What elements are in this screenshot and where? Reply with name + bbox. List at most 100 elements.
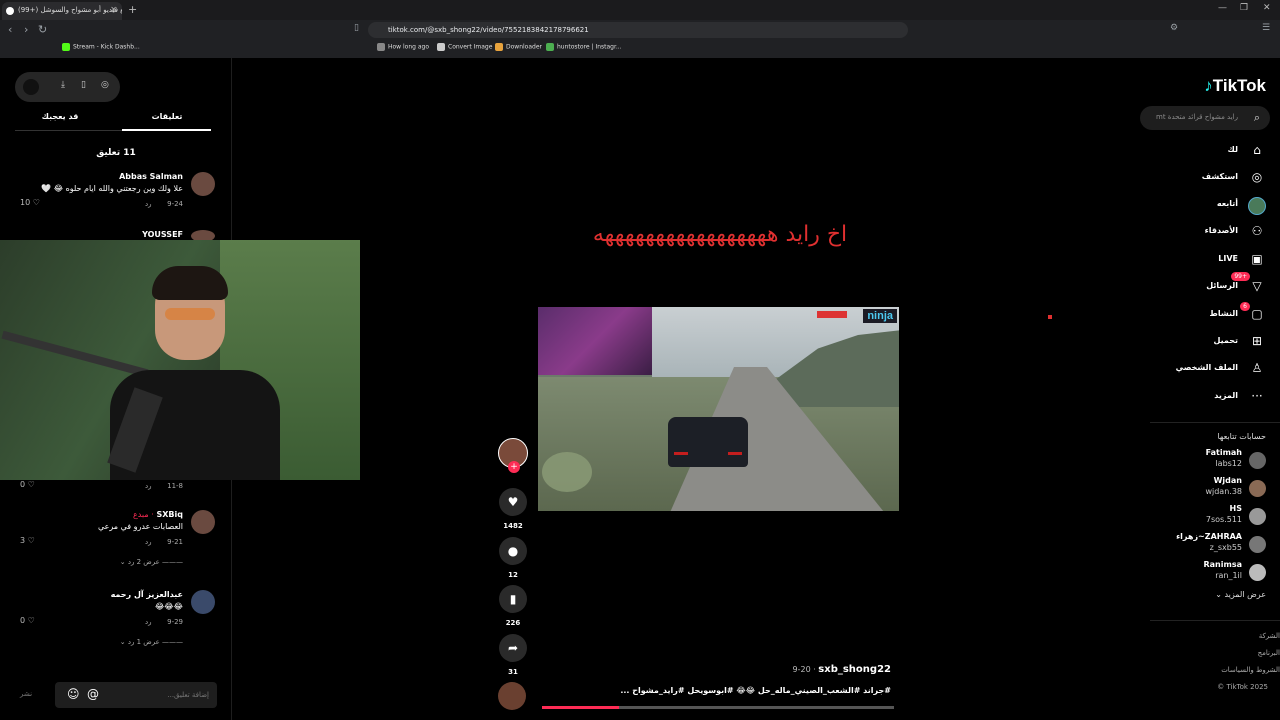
- tab-liked[interactable]: قد يعجبك: [15, 112, 105, 121]
- forward-icon[interactable]: ›: [24, 23, 28, 36]
- share-button[interactable]: ➦ 31: [498, 634, 528, 676]
- back-icon[interactable]: ‹: [8, 23, 12, 36]
- avatar[interactable]: [23, 79, 39, 95]
- avatar: [1249, 508, 1266, 525]
- nav-explore[interactable]: ◎ استكشف: [1146, 169, 1266, 189]
- like-comment-button[interactable]: 0 ♡: [20, 616, 35, 625]
- like-comment-button[interactable]: 10 ♡: [20, 198, 40, 207]
- mention-icon[interactable]: @: [87, 687, 99, 701]
- nav-upload[interactable]: ⊞ تحميل: [1146, 333, 1266, 353]
- bookmark-downloader[interactable]: Downloader: [495, 43, 542, 51]
- video-description[interactable]: #جراند #الشعب_الصيني_ماله_حل 😂😂 #ابوسويح…: [620, 686, 891, 695]
- bookmark-kick[interactable]: Stream - Kick Dashb...: [62, 43, 140, 51]
- phone-icon[interactable]: ▯: [81, 80, 86, 90]
- tab-title: (99+) مقاطع فيديو أبو مشواح والسوشل: [18, 6, 122, 14]
- close-tab-icon[interactable]: ✕: [110, 5, 117, 14]
- chevron-down-icon: ⌄: [119, 558, 126, 566]
- bookmark-icon[interactable]: ▯: [354, 23, 359, 33]
- comment-author[interactable]: YOUSSEF: [142, 230, 183, 239]
- view-replies-button[interactable]: ——— عرض 1 رد ⌄: [120, 638, 183, 646]
- footer-program[interactable]: البرنامج: [1258, 649, 1280, 657]
- save-button[interactable]: ▮ 226: [498, 585, 528, 627]
- nav-row: ‹ › ↻ ▯ tiktok.com/@sxb_shong22/video/75…: [0, 20, 1280, 40]
- avatar[interactable]: [191, 172, 215, 196]
- download-icon[interactable]: ⤓: [61, 80, 65, 90]
- maximize-icon[interactable]: ❐: [1240, 3, 1248, 13]
- live-icon: ▣: [1251, 252, 1263, 266]
- footer-company[interactable]: الشركة: [1259, 632, 1280, 640]
- comment-author[interactable]: عبدالعزيز آل رحمه: [111, 590, 183, 599]
- reply-button[interactable]: رد: [145, 538, 152, 546]
- video-progress-bar[interactable]: [542, 706, 894, 709]
- comment-text: العصابات عدرو في مرعي: [97, 522, 183, 531]
- footer-terms[interactable]: الشروط والسياسات: [1221, 666, 1280, 674]
- like-comment-button[interactable]: 0 ♡: [20, 480, 35, 489]
- follow-plus-icon[interactable]: +: [508, 461, 520, 473]
- comment-author[interactable]: SXBiq · مبدع: [133, 510, 183, 519]
- minimize-icon[interactable]: —: [1218, 3, 1227, 13]
- search-input[interactable]: رايد مشواح قرائد متحدة mt ⌕: [1140, 106, 1270, 130]
- upload-icon: ⊞: [1251, 334, 1263, 348]
- browser-tab[interactable]: (99+) مقاطع فيديو أبو مشواح والسوشل ✕: [2, 2, 122, 20]
- reply-button[interactable]: رد: [145, 618, 152, 626]
- activity-icon: ▢: [1251, 307, 1263, 321]
- author-avatar[interactable]: +: [498, 438, 528, 473]
- video-date: 9-20: [792, 665, 811, 674]
- like-comment-button[interactable]: 3 ♡: [20, 536, 35, 545]
- avatar[interactable]: [191, 510, 215, 534]
- divider: [1150, 422, 1280, 423]
- nav-profile[interactable]: ♙ الملف الشخصي: [1146, 360, 1266, 380]
- share-icon: ➦: [499, 634, 527, 662]
- comment-item: SXBiq · مبدع العصابات عدرو في مرعي 9-21 …: [15, 510, 215, 580]
- nav-for-you[interactable]: ⌂ لك: [1146, 142, 1266, 162]
- post-button[interactable]: نشر: [20, 690, 32, 698]
- search-icon[interactable]: ⌕: [1254, 111, 1260, 125]
- following-account[interactable]: HS 7sos.511: [1146, 504, 1266, 528]
- extensions-icon[interactable]: ⚙: [1170, 23, 1178, 33]
- ninja-logo: ninja: [863, 309, 897, 323]
- following-account[interactable]: Fatimah labs12: [1146, 448, 1266, 472]
- tiktok-sidebar: TikTok♪ رايد مشواح قرائد متحدة mt ⌕ ⌂ لك …: [1140, 58, 1280, 720]
- video-author[interactable]: sxb_shong22: [818, 664, 891, 675]
- new-tab-icon[interactable]: +: [128, 3, 137, 16]
- comment-input[interactable]: إضافة تعليق... ☺ @: [55, 682, 217, 708]
- tiktok-logo[interactable]: TikTok♪: [1200, 76, 1266, 96]
- like-button[interactable]: ♥ 1482: [498, 488, 528, 530]
- nav-activity[interactable]: ▢ 6 النشاط: [1146, 302, 1266, 326]
- nav-more[interactable]: ··· المزيد: [1146, 388, 1266, 408]
- view-replies-button[interactable]: ——— عرض 2 رد ⌄: [120, 558, 183, 566]
- reload-icon[interactable]: ↻: [38, 23, 47, 36]
- following-account[interactable]: Ranimsa ran_1il: [1146, 560, 1266, 584]
- cursor-marker: [1048, 315, 1052, 319]
- following-account[interactable]: ZAHRAA~زهراء z_sxb55: [1146, 532, 1266, 556]
- comments-tabs: قد يعجبك تعليقات: [15, 108, 212, 131]
- nav-messages[interactable]: ▽ +99 الرسائل: [1146, 272, 1266, 298]
- emoji-icon[interactable]: ☺: [67, 687, 80, 701]
- heart-icon: ♡: [27, 480, 35, 489]
- bookmark-huntostore[interactable]: huntostore | Instagr...: [546, 43, 622, 51]
- video-player[interactable]: ninja: [538, 307, 899, 511]
- close-window-icon[interactable]: ✕: [1263, 3, 1271, 13]
- comment-item: Abbas Salman علا ولك وين رجعتني والله اي…: [15, 172, 215, 212]
- comment-meta: 9-24 رد: [145, 200, 183, 208]
- see-more-button[interactable]: عرض المزيد ⌄: [1215, 590, 1266, 599]
- following-account[interactable]: Wjdan wjdan.38: [1146, 476, 1266, 500]
- compass-icon[interactable]: ◎: [101, 80, 109, 90]
- address-bar[interactable]: tiktok.com/@sxb_shong22/video/7552183842…: [368, 22, 908, 38]
- avatar[interactable]: [191, 590, 215, 614]
- nav-live[interactable]: ▣ LIVE: [1146, 251, 1266, 271]
- comment-author[interactable]: Abbas Salman: [119, 172, 183, 181]
- menu-icon[interactable]: ☰: [1262, 23, 1270, 33]
- reply-button[interactable]: رد: [145, 200, 152, 208]
- comment-text: علا ولك وين رجعتني والله ايام حلوه 😂 🤍: [41, 184, 183, 193]
- bookmark-convert-image[interactable]: Convert Image: [437, 43, 492, 51]
- music-avatar[interactable]: [498, 682, 526, 710]
- tab-comments[interactable]: تعليقات: [122, 112, 212, 121]
- nav-following[interactable]: أتابعه: [1146, 196, 1266, 216]
- reply-button[interactable]: رد: [145, 482, 152, 490]
- nav-friends[interactable]: ⚇ الأصدقاء: [1146, 223, 1266, 243]
- progress-fill: [542, 706, 620, 709]
- comment-button[interactable]: ● 12: [498, 537, 528, 579]
- webcam-overlay[interactable]: [0, 240, 360, 480]
- bookmark-how-long-ago[interactable]: How long ago: [377, 43, 429, 51]
